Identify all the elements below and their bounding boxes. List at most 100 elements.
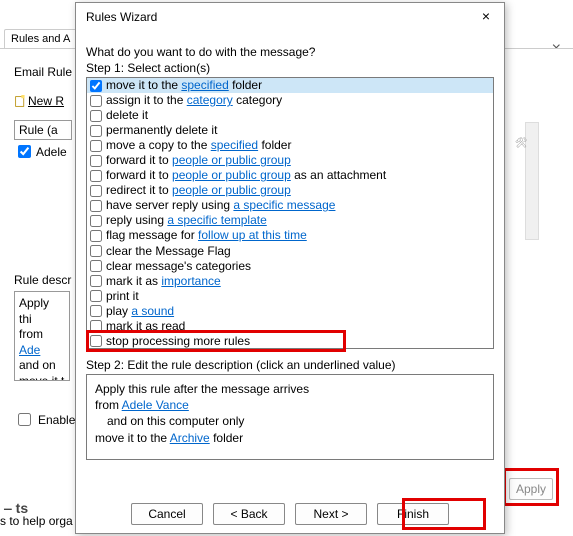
apply-highlight bbox=[503, 468, 559, 506]
finish-button[interactable]: Finish bbox=[377, 503, 449, 525]
action-item-12[interactable]: clear message's categories bbox=[87, 259, 493, 274]
action-item-7[interactable]: redirect it to people or public group bbox=[87, 183, 493, 198]
action-link[interactable]: people or public group bbox=[172, 168, 291, 182]
action-checkbox[interactable] bbox=[90, 140, 102, 152]
action-label: flag message for follow up at this time bbox=[106, 228, 307, 243]
new-rule-link[interactable]: New R bbox=[28, 94, 64, 108]
rule-description-box-bg: Apply thi from Ade and on move it t and … bbox=[14, 291, 70, 381]
action-label: permanently delete it bbox=[106, 123, 217, 138]
action-item-15[interactable]: play a sound bbox=[87, 304, 493, 319]
action-item-13[interactable]: mark it as importance bbox=[87, 274, 493, 289]
action-checkbox[interactable] bbox=[90, 200, 102, 212]
folder-value-link[interactable]: Archive bbox=[170, 431, 210, 445]
action-checkbox[interactable] bbox=[90, 155, 102, 167]
action-item-5[interactable]: forward it to people or public group bbox=[87, 153, 493, 168]
action-item-3[interactable]: permanently delete it bbox=[87, 123, 493, 138]
action-checkbox[interactable] bbox=[90, 185, 102, 197]
action-label: mark it as importance bbox=[106, 274, 221, 289]
action-checkbox[interactable] bbox=[90, 230, 102, 242]
action-label: have server reply using a specific messa… bbox=[106, 198, 335, 213]
tab-rules[interactable]: Rules and A bbox=[4, 29, 84, 49]
help-text: s to help orga bbox=[0, 514, 73, 528]
action-label: clear message's categories bbox=[106, 259, 251, 274]
rule-row[interactable]: Adele bbox=[14, 142, 72, 161]
action-item-8[interactable]: have server reply using a specific messa… bbox=[87, 198, 493, 213]
action-label: assign it to the category category bbox=[106, 93, 282, 108]
rule-description-box: Apply this rule after the message arrive… bbox=[86, 374, 494, 460]
action-checkbox[interactable] bbox=[90, 80, 102, 92]
step2-label: Step 2: Edit the rule description (click… bbox=[86, 358, 396, 372]
desc-line: move it to the Archive folder bbox=[95, 430, 485, 446]
action-label: clear the Message Flag bbox=[106, 244, 231, 259]
action-checkbox[interactable] bbox=[90, 320, 102, 332]
next-button[interactable]: Next > bbox=[295, 503, 367, 525]
action-checkbox[interactable] bbox=[90, 305, 102, 317]
action-link[interactable]: specified bbox=[181, 78, 228, 92]
action-link[interactable]: category bbox=[187, 93, 233, 107]
action-label: forward it to people or public group as … bbox=[106, 168, 386, 183]
enable-rules-input[interactable] bbox=[18, 413, 31, 426]
action-checkbox[interactable] bbox=[90, 170, 102, 182]
action-item-1[interactable]: assign it to the category category bbox=[87, 93, 493, 108]
email-rules-label: Email Rule bbox=[14, 65, 72, 79]
action-checkbox[interactable] bbox=[90, 95, 102, 107]
action-link[interactable]: a specific message bbox=[233, 198, 335, 212]
rule-name-label: Adele bbox=[36, 145, 67, 159]
wizard-button-row: Cancel < Back Next > Finish bbox=[76, 503, 504, 525]
action-item-16[interactable]: mark it as read bbox=[87, 319, 493, 334]
enable-label: Enable bbox=[38, 413, 75, 427]
action-item-0[interactable]: move it to the specified folder bbox=[87, 78, 493, 93]
action-checkbox[interactable] bbox=[90, 275, 102, 287]
action-link[interactable]: people or public group bbox=[172, 153, 291, 167]
rule-description-label: Rule descr bbox=[14, 273, 71, 287]
action-checkbox[interactable] bbox=[90, 125, 102, 137]
action-link[interactable]: specified bbox=[211, 138, 258, 152]
desc-line: from Adele Vance bbox=[95, 397, 485, 413]
desc-line: and on this computer only bbox=[107, 413, 485, 429]
action-label: play a sound bbox=[106, 304, 174, 319]
rules-grid-header: Rule (a bbox=[14, 120, 72, 140]
action-item-10[interactable]: flag message for follow up at this time bbox=[87, 228, 493, 243]
action-item-9[interactable]: reply using a specific template bbox=[87, 213, 493, 228]
rule-enabled-checkbox[interactable] bbox=[18, 145, 31, 158]
action-checkbox[interactable] bbox=[90, 335, 102, 347]
action-label: move it to the specified folder bbox=[106, 78, 262, 93]
enable-rules-checkbox[interactable]: Enable bbox=[14, 410, 75, 429]
action-item-6[interactable]: forward it to people or public group as … bbox=[87, 168, 493, 183]
action-label: move a copy to the specified folder bbox=[106, 138, 291, 153]
back-button[interactable]: < Back bbox=[213, 503, 285, 525]
action-label: stop processing more rules bbox=[106, 334, 250, 349]
desc-line: move it t bbox=[19, 374, 65, 381]
from-value-link[interactable]: Adele Vance bbox=[122, 398, 189, 412]
tools-icon: 🛠 bbox=[511, 134, 531, 154]
action-checkbox[interactable] bbox=[90, 110, 102, 122]
wizard-prompt: What do you want to do with the message? bbox=[86, 45, 315, 59]
desc-line: Apply this rule after the message arrive… bbox=[95, 381, 485, 397]
action-label: forward it to people or public group bbox=[106, 153, 291, 168]
action-link[interactable]: importance bbox=[161, 274, 220, 288]
action-checkbox[interactable] bbox=[90, 245, 102, 257]
action-link[interactable]: a sound bbox=[131, 304, 174, 318]
actions-list[interactable]: move it to the specified folderassign it… bbox=[86, 77, 494, 349]
desc-line: from Ade bbox=[19, 327, 65, 358]
desc-line: and on bbox=[19, 358, 65, 374]
action-label: mark it as read bbox=[106, 319, 185, 334]
action-label: print it bbox=[106, 289, 139, 304]
action-label: redirect it to people or public group bbox=[106, 183, 291, 198]
dialog-title: Rules Wizard bbox=[86, 10, 157, 24]
action-item-2[interactable]: delete it bbox=[87, 108, 493, 123]
action-item-17[interactable]: stop processing more rules bbox=[87, 334, 493, 349]
action-checkbox[interactable] bbox=[90, 260, 102, 272]
action-label: delete it bbox=[106, 108, 148, 123]
action-item-4[interactable]: move a copy to the specified folder bbox=[87, 138, 493, 153]
action-checkbox[interactable] bbox=[90, 290, 102, 302]
action-item-14[interactable]: print it bbox=[87, 289, 493, 304]
cancel-button[interactable]: Cancel bbox=[131, 503, 203, 525]
close-button[interactable]: × bbox=[474, 7, 498, 27]
rules-wizard-dialog: Rules Wizard × What do you want to do wi… bbox=[75, 2, 505, 534]
action-link[interactable]: a specific template bbox=[167, 213, 266, 227]
action-link[interactable]: follow up at this time bbox=[198, 228, 307, 242]
action-checkbox[interactable] bbox=[90, 215, 102, 227]
action-link[interactable]: people or public group bbox=[172, 183, 291, 197]
action-item-11[interactable]: clear the Message Flag bbox=[87, 244, 493, 259]
